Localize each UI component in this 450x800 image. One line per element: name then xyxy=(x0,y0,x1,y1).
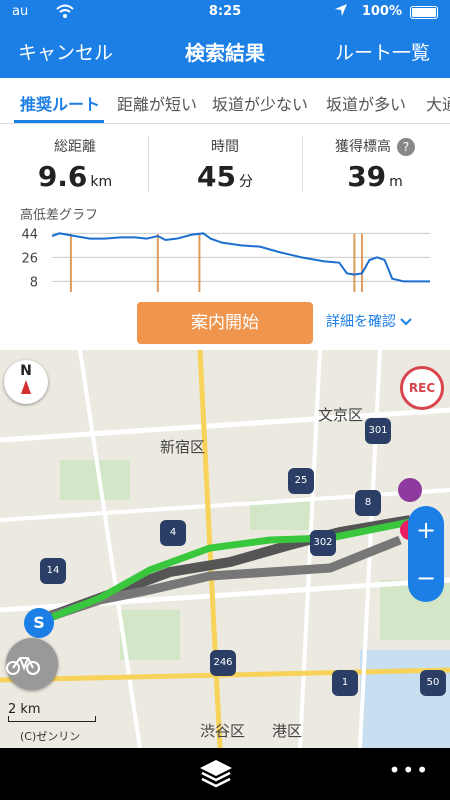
location-arrow-icon xyxy=(334,3,348,21)
distance-stat: 総距離 9.6 km xyxy=(0,136,150,193)
elevation-graph-title: 高低差グラフ xyxy=(20,208,99,223)
map-label-minato: 港区 xyxy=(272,722,303,740)
nav-bar: キャンセル 検索結果 ルート一覧 xyxy=(0,30,450,70)
scale-bar xyxy=(8,716,96,722)
elevation-unit: m xyxy=(389,174,403,190)
zoom-control: + − xyxy=(408,506,444,602)
bicycle-mode-button[interactable] xyxy=(6,638,58,690)
scale-label: 2 km xyxy=(8,702,41,717)
elevation-stat: 獲得標高? 39 m xyxy=(300,136,450,193)
time-label: 時間 xyxy=(211,139,239,155)
distance-value: 9.6 km xyxy=(0,160,150,193)
route-number-badge: 301 xyxy=(365,418,391,444)
route-number-badge: 1 xyxy=(332,670,358,696)
elevation-label: 獲得標高? xyxy=(300,136,450,156)
record-button[interactable]: REC xyxy=(400,366,444,410)
more-icon[interactable]: ••• xyxy=(389,758,430,782)
map-label-bunkyo: 文京区 xyxy=(318,406,364,424)
time-value: 45 分 xyxy=(150,160,300,193)
route-number-badge: 8 xyxy=(355,490,381,516)
route-map[interactable]: 新宿区 文京区 渋谷区 港区 301 25 4 302 8 14 246 1 50 S N RE… xyxy=(0,350,450,748)
y-tick-label: 44 xyxy=(21,227,38,242)
tab-recommended[interactable]: 推奨ルート xyxy=(20,91,100,115)
distance-unit: km xyxy=(90,174,113,190)
route-number-badge: 4 xyxy=(160,520,186,546)
route-number-badge: 50 xyxy=(420,670,446,696)
top-bar: au 8:25 100% キャンセル 検索結果 ルート一覧 xyxy=(0,0,450,78)
tab-fewer-slopes[interactable]: 坂道が少ない xyxy=(212,91,308,115)
tab-main-roads[interactable]: 大通 xyxy=(426,91,450,115)
layers-icon[interactable] xyxy=(198,758,234,794)
tab-shortest[interactable]: 距離が短い xyxy=(117,91,197,115)
time-stat: 時間 45 分 xyxy=(150,136,300,193)
elevation-label-text: 獲得標高 xyxy=(335,139,391,155)
battery-percent: 100% xyxy=(361,4,402,19)
tab-more-slopes[interactable]: 坂道が多い xyxy=(326,91,406,115)
active-tab-indicator xyxy=(14,120,104,123)
start-marker: S xyxy=(24,608,54,638)
route-number-badge: 246 xyxy=(210,650,236,676)
y-tick-label: 8 xyxy=(30,275,38,290)
chevron-down-icon xyxy=(400,318,413,326)
view-details-link[interactable]: 詳細を確認 xyxy=(326,311,413,331)
map-label-shinjuku: 新宿区 xyxy=(160,438,206,456)
map-copyright: (C)ゼンリン xyxy=(20,730,81,743)
route-tabs: 推奨ルート 距離が短い 坂道が少ない 坂道が多い 大通 xyxy=(0,78,450,124)
time-unit: 分 xyxy=(238,174,253,190)
route-number-badge: 14 xyxy=(40,558,66,584)
compass-n: N xyxy=(20,363,32,379)
compass-button[interactable]: N xyxy=(4,360,48,404)
stat-divider xyxy=(148,136,149,192)
time-number: 45 xyxy=(197,160,236,193)
y-tick-label: 26 xyxy=(21,251,38,266)
question-icon[interactable]: ? xyxy=(397,138,415,156)
route-list-button[interactable]: ルート一覧 xyxy=(335,38,430,65)
zoom-in-button[interactable]: + xyxy=(408,506,444,554)
map-canvas xyxy=(0,350,450,748)
compass-needle-icon xyxy=(21,380,31,394)
elevation-value: 39 m xyxy=(300,160,450,193)
route-number-badge: 302 xyxy=(310,530,336,556)
status-bar: au 8:25 100% xyxy=(0,0,450,24)
view-details-label: 詳細を確認 xyxy=(326,314,396,330)
bottom-toolbar: ••• xyxy=(0,748,450,800)
destination-marker xyxy=(398,478,422,502)
elevation-graph: 44 26 8 xyxy=(21,227,430,292)
distance-number: 9.6 xyxy=(37,160,88,193)
battery-icon xyxy=(410,6,438,19)
start-navigation-button[interactable]: 案内開始 xyxy=(137,302,313,344)
elevation-number: 39 xyxy=(347,160,387,193)
bicycle-icon xyxy=(6,657,40,675)
route-number-badge: 25 xyxy=(288,468,314,494)
map-label-shibuya: 渋谷区 xyxy=(200,722,246,740)
zoom-out-button[interactable]: − xyxy=(408,554,444,602)
distance-label: 総距離 xyxy=(54,139,96,155)
